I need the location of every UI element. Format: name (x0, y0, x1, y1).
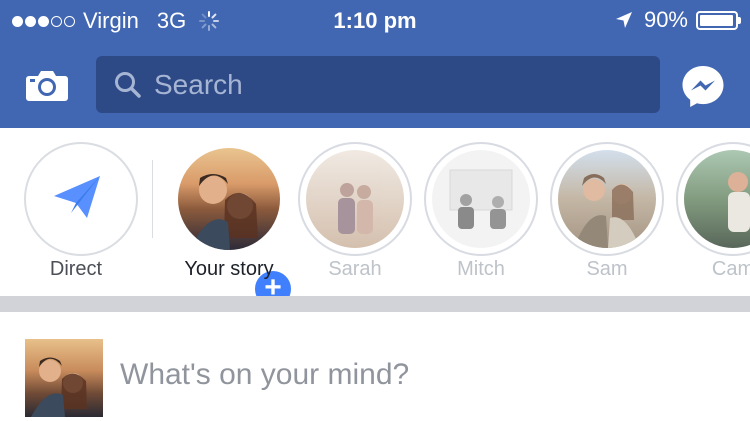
stories-divider (152, 160, 153, 238)
story-label-mitch: Mitch (457, 258, 505, 280)
story-avatar (306, 150, 404, 248)
location-arrow-icon (615, 12, 632, 28)
story-cam[interactable] (676, 142, 750, 256)
battery-icon (696, 10, 741, 30)
story-your-story[interactable] (172, 142, 286, 256)
your-story-photo (178, 148, 280, 250)
status-bar: Virgin 3G 1:10 pm 90% (0, 0, 750, 42)
messenger-icon[interactable] (681, 64, 725, 108)
story-sarah[interactable] (298, 142, 412, 256)
search-icon (115, 72, 141, 98)
story-label-your-story: Your story (184, 258, 274, 280)
profile-avatar[interactable] (25, 339, 103, 417)
story-label-direct: Direct (49, 258, 103, 280)
story-avatar (558, 150, 656, 248)
direct-send-icon (54, 176, 100, 218)
story-label-sarah: Sarah (328, 258, 382, 280)
search-field[interactable]: Search (96, 56, 660, 113)
battery-percent: 90% (643, 7, 688, 32)
search-placeholder: Search (154, 69, 243, 100)
story-label-sam: Sam (586, 258, 628, 280)
camera-icon[interactable] (25, 68, 69, 102)
story-direct[interactable] (24, 142, 138, 256)
composer-placeholder[interactable]: What's on your mind? (120, 358, 409, 392)
status-right: 90% (614, 7, 741, 33)
top-bar: Virgin 3G 1:10 pm 90% Search (0, 0, 750, 128)
story-sam[interactable] (550, 142, 664, 256)
status-composer[interactable]: What's on your mind? (0, 312, 750, 421)
story-avatar (432, 150, 530, 248)
story-mitch[interactable] (424, 142, 538, 256)
section-separator (0, 296, 750, 312)
story-label-cam: Cam (711, 258, 750, 280)
stories-tray: Direct + Your story Sarah Mitch Sam Cam (0, 128, 750, 310)
